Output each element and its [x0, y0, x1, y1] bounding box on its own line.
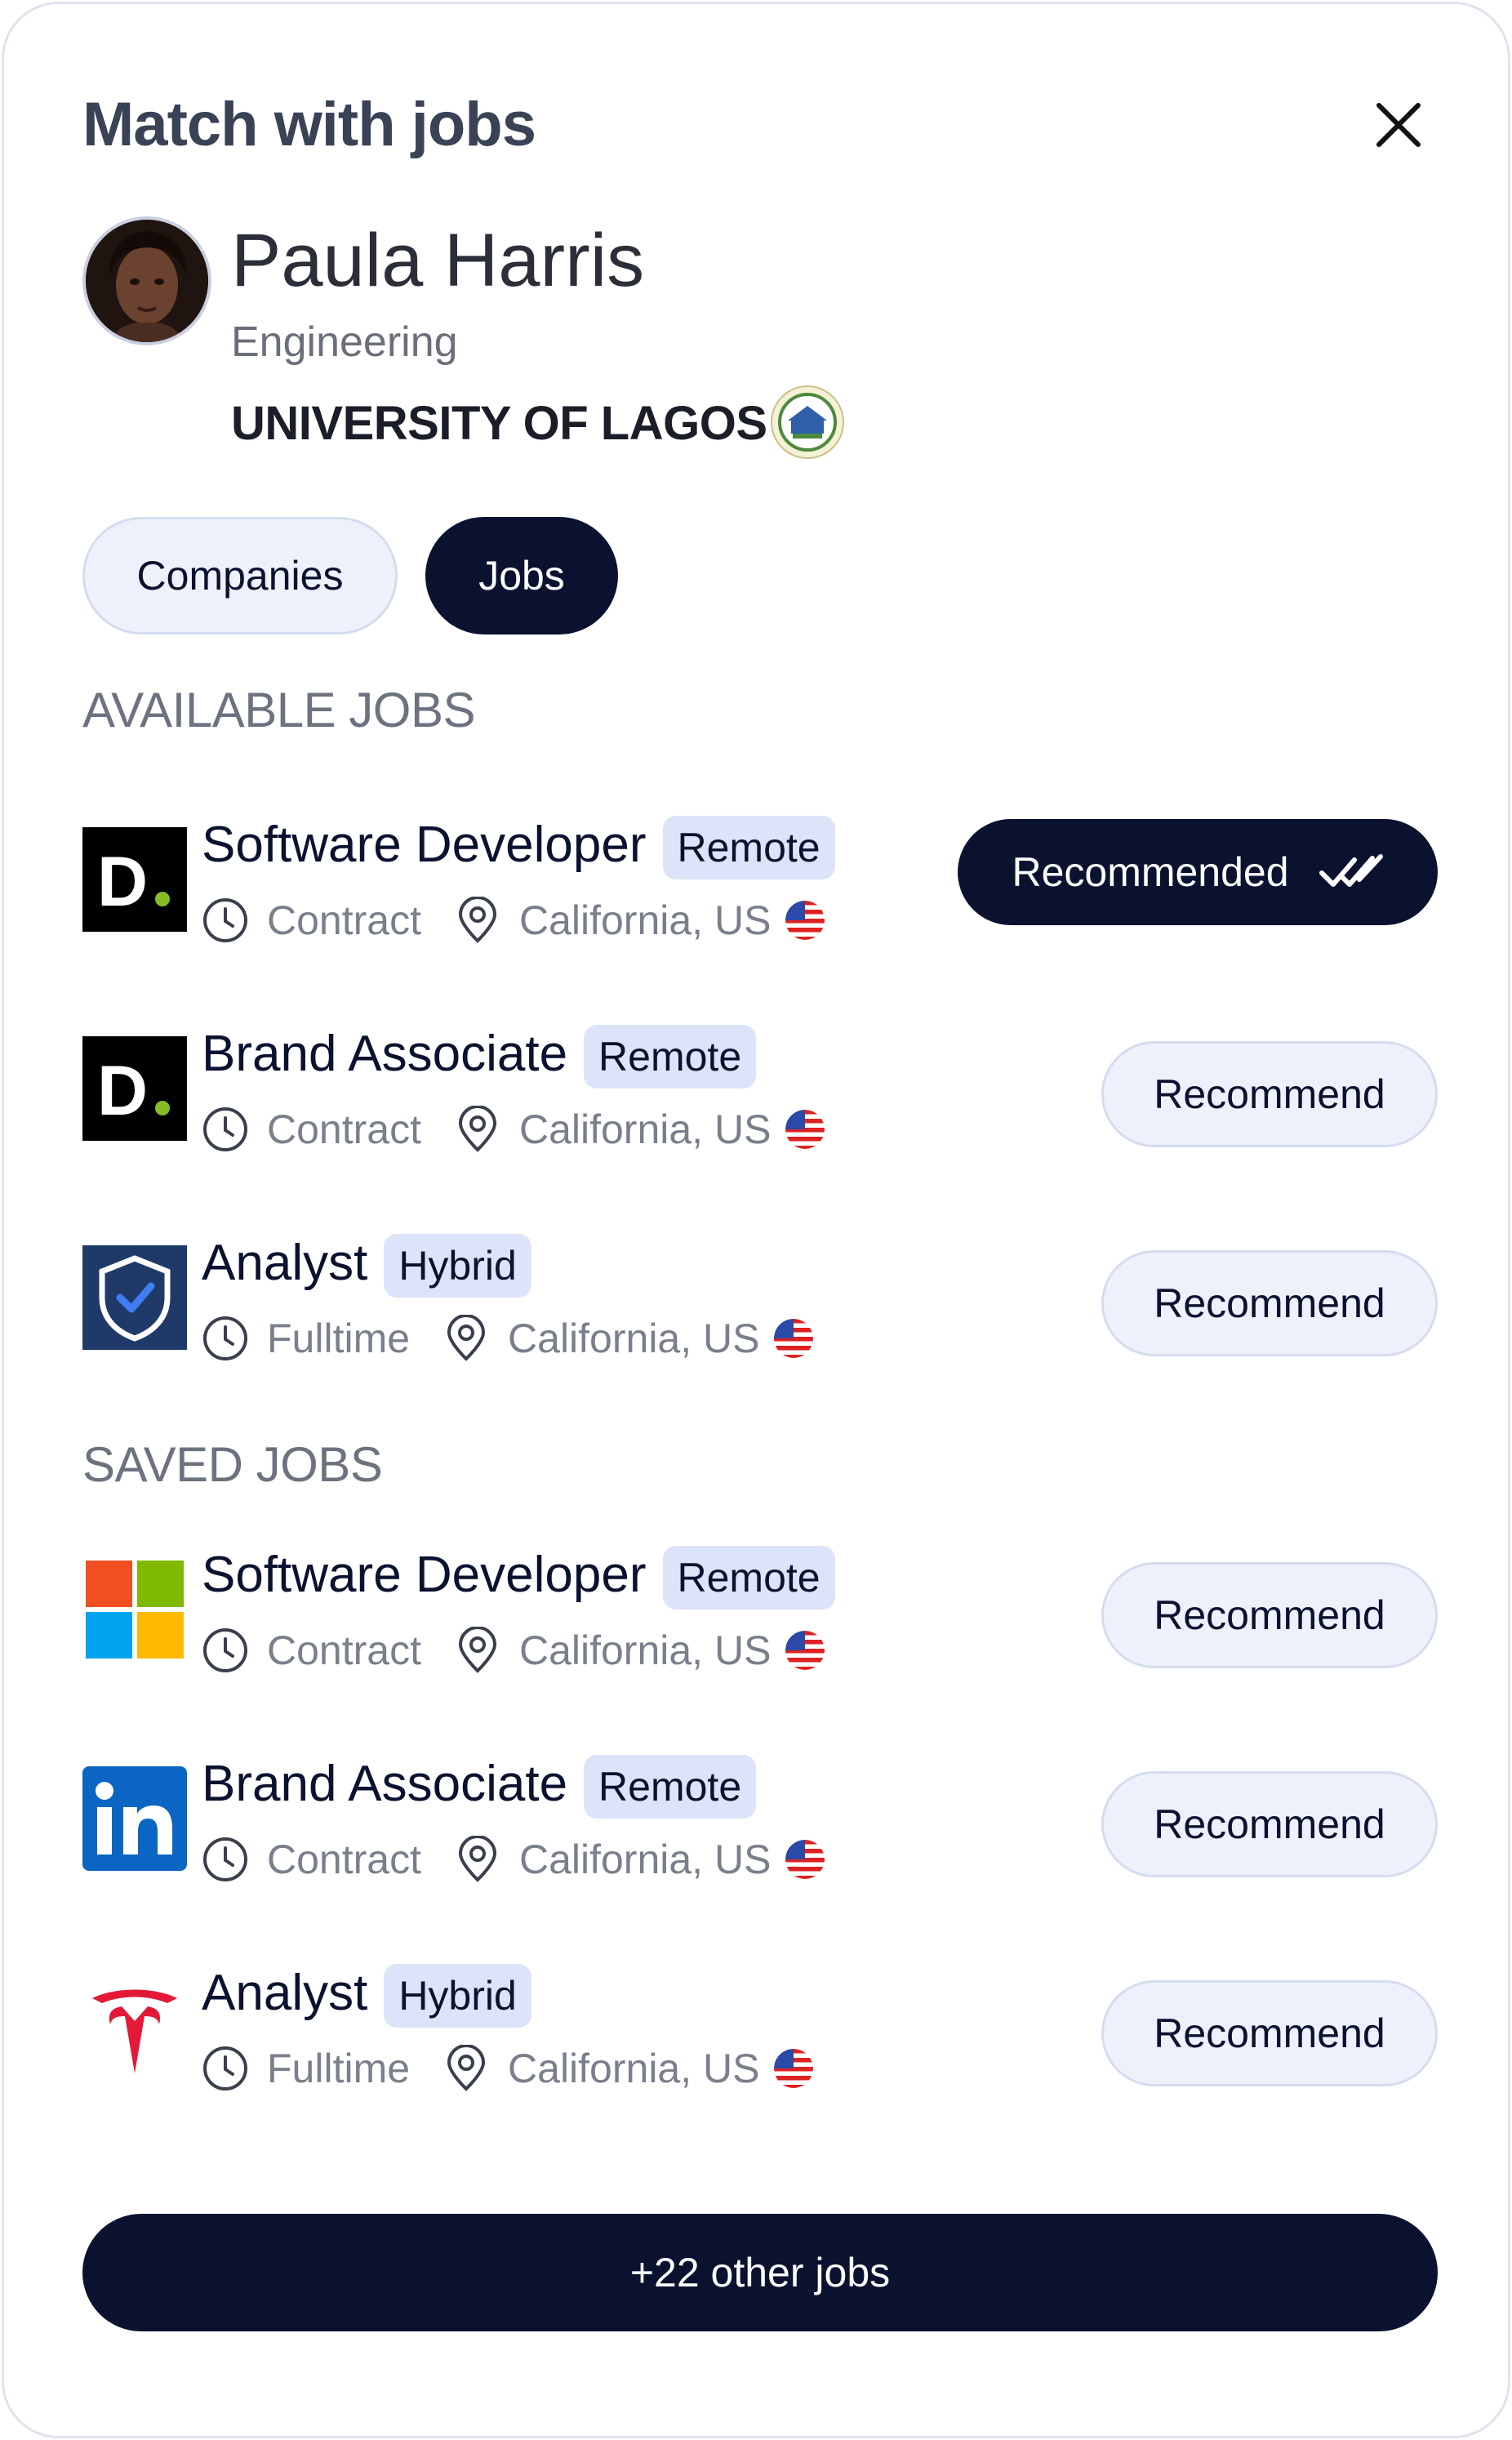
job-meta: Contract California, US: [202, 1624, 825, 1676]
university-crest-icon: [771, 385, 844, 459]
shield-check-icon: [82, 1245, 187, 1350]
job-work-mode-tag: Remote: [584, 1755, 757, 1819]
job-type: Contract: [267, 1627, 421, 1673]
tesla-logo: [82, 1975, 187, 2080]
match-jobs-dialog: Match with jobs Paula Harris Engineering…: [2, 2, 1510, 2438]
job-work-mode-tag: Remote: [584, 1025, 757, 1089]
tab-companies[interactable]: Companies: [82, 517, 398, 634]
shield-check-logo: [82, 1245, 187, 1350]
deloitte-logo: D: [82, 1036, 187, 1141]
location-pin-icon: [458, 897, 496, 943]
dialog-title: Match with jobs: [82, 90, 536, 159]
job-row-available-jobs-1[interactable]: D Brand Associate Remote Contract Califo…: [82, 1025, 1438, 1172]
location-pin-icon: [447, 1315, 486, 1361]
us-flag-icon: [785, 1110, 825, 1149]
recommend-button-label: Recommend: [1154, 1071, 1385, 1117]
job-row-available-jobs-0[interactable]: D Software Developer Remote Contract Cal…: [82, 816, 1438, 963]
us-flag-icon: [785, 901, 825, 940]
job-meta: Fulltime California, US: [202, 2042, 814, 2095]
job-type: Fulltime: [267, 2046, 411, 2091]
job-type: Contract: [267, 1837, 421, 1882]
svg-text:D: D: [97, 1052, 148, 1130]
double-check-icon: [1319, 854, 1383, 887]
saved-jobs-heading: SAVED JOBS: [82, 1437, 383, 1492]
linkedin-logo-icon: [82, 1766, 187, 1871]
us-flag-icon: [785, 1840, 825, 1879]
job-title: Brand Associate: [202, 1026, 568, 1082]
clock-icon: [203, 898, 247, 942]
job-meta: Fulltime California, US: [202, 1312, 814, 1365]
recommend-button-label: Recommend: [1154, 1280, 1385, 1326]
job-type: Contract: [267, 897, 421, 943]
avatar: [82, 216, 211, 345]
job-row-available-jobs-2[interactable]: Analyst Hybrid Fulltime California, US R…: [82, 1234, 1438, 1381]
clock-icon: [203, 1107, 247, 1151]
job-meta: Contract California, US: [202, 894, 825, 946]
available-jobs-heading: AVAILABLE JOBS: [82, 683, 476, 737]
job-title: Software Developer: [202, 817, 647, 873]
deloitte-logo: D: [82, 827, 187, 932]
linkedin-logo: [82, 1766, 187, 1871]
job-location: California, US: [508, 2046, 760, 2091]
job-row-saved-jobs-1[interactable]: Brand Associate Remote Contract Californ…: [82, 1755, 1438, 1902]
us-flag-icon: [774, 1319, 814, 1358]
deloitte-logo-icon: D: [82, 827, 187, 932]
recommended-button[interactable]: Recommended: [958, 819, 1438, 925]
recommend-button[interactable]: Recommend: [1101, 1771, 1438, 1877]
job-location: California, US: [518, 1627, 772, 1673]
tesla-logo-icon: [92, 1989, 177, 2073]
job-title: Analyst: [202, 1965, 368, 2021]
location-pin-icon: [458, 1836, 496, 1882]
recommend-button[interactable]: Recommend: [1101, 1980, 1438, 2086]
recommend-button-label: Recommended: [1012, 849, 1289, 895]
microsoft-logo-icon: [86, 1561, 184, 1659]
job-row-saved-jobs-0[interactable]: Software Developer Remote Contract Calif…: [82, 1546, 1438, 1693]
svg-text:D: D: [97, 843, 148, 921]
job-meta: Contract California, US: [202, 1833, 825, 1886]
profile-name: Paula Harris: [231, 219, 645, 302]
recommend-button-label: Recommend: [1154, 1801, 1385, 1847]
more-jobs-button[interactable]: +22 other jobs: [82, 2214, 1438, 2331]
recommend-button-label: Recommend: [1154, 2010, 1385, 2056]
job-title: Software Developer: [202, 1547, 647, 1603]
recommend-button[interactable]: Recommend: [1101, 1562, 1438, 1668]
job-title: Brand Associate: [202, 1756, 568, 1812]
job-location: California, US: [518, 1837, 772, 1882]
job-work-mode-tag: Hybrid: [384, 1964, 531, 2028]
job-type: Fulltime: [267, 1316, 411, 1361]
microsoft-logo: [82, 1557, 187, 1662]
tab-jobs[interactable]: Jobs: [425, 517, 618, 634]
job-work-mode-tag: Remote: [662, 816, 835, 879]
recommend-button[interactable]: Recommend: [1101, 1250, 1438, 1356]
job-location: California, US: [518, 897, 772, 943]
clock-icon: [203, 1316, 247, 1360]
clock-icon: [203, 1837, 247, 1881]
recommend-button-label: Recommend: [1154, 1592, 1385, 1638]
clock-icon: [203, 1628, 247, 1672]
us-flag-icon: [785, 1631, 825, 1670]
job-work-mode-tag: Hybrid: [384, 1234, 531, 1298]
close-icon[interactable]: [1369, 96, 1428, 154]
job-type: Contract: [267, 1106, 421, 1152]
job-location: California, US: [508, 1316, 760, 1361]
us-flag-icon: [774, 2049, 814, 2088]
job-location: California, US: [518, 1106, 772, 1152]
profile-department: Engineering: [231, 318, 458, 366]
location-pin-icon: [447, 2045, 486, 2091]
recommend-button[interactable]: Recommend: [1101, 1041, 1438, 1147]
location-pin-icon: [458, 1106, 496, 1152]
location-pin-icon: [458, 1627, 496, 1673]
job-work-mode-tag: Remote: [662, 1546, 835, 1610]
clock-icon: [203, 2046, 247, 2090]
job-title: Analyst: [202, 1235, 368, 1291]
deloitte-logo-icon: D: [82, 1036, 187, 1141]
job-row-saved-jobs-2[interactable]: Analyst Hybrid Fulltime California, US R…: [82, 1964, 1438, 2111]
job-meta: Contract California, US: [202, 1103, 825, 1155]
profile-university: UNIVERSITY OF LAGOS: [231, 397, 767, 450]
